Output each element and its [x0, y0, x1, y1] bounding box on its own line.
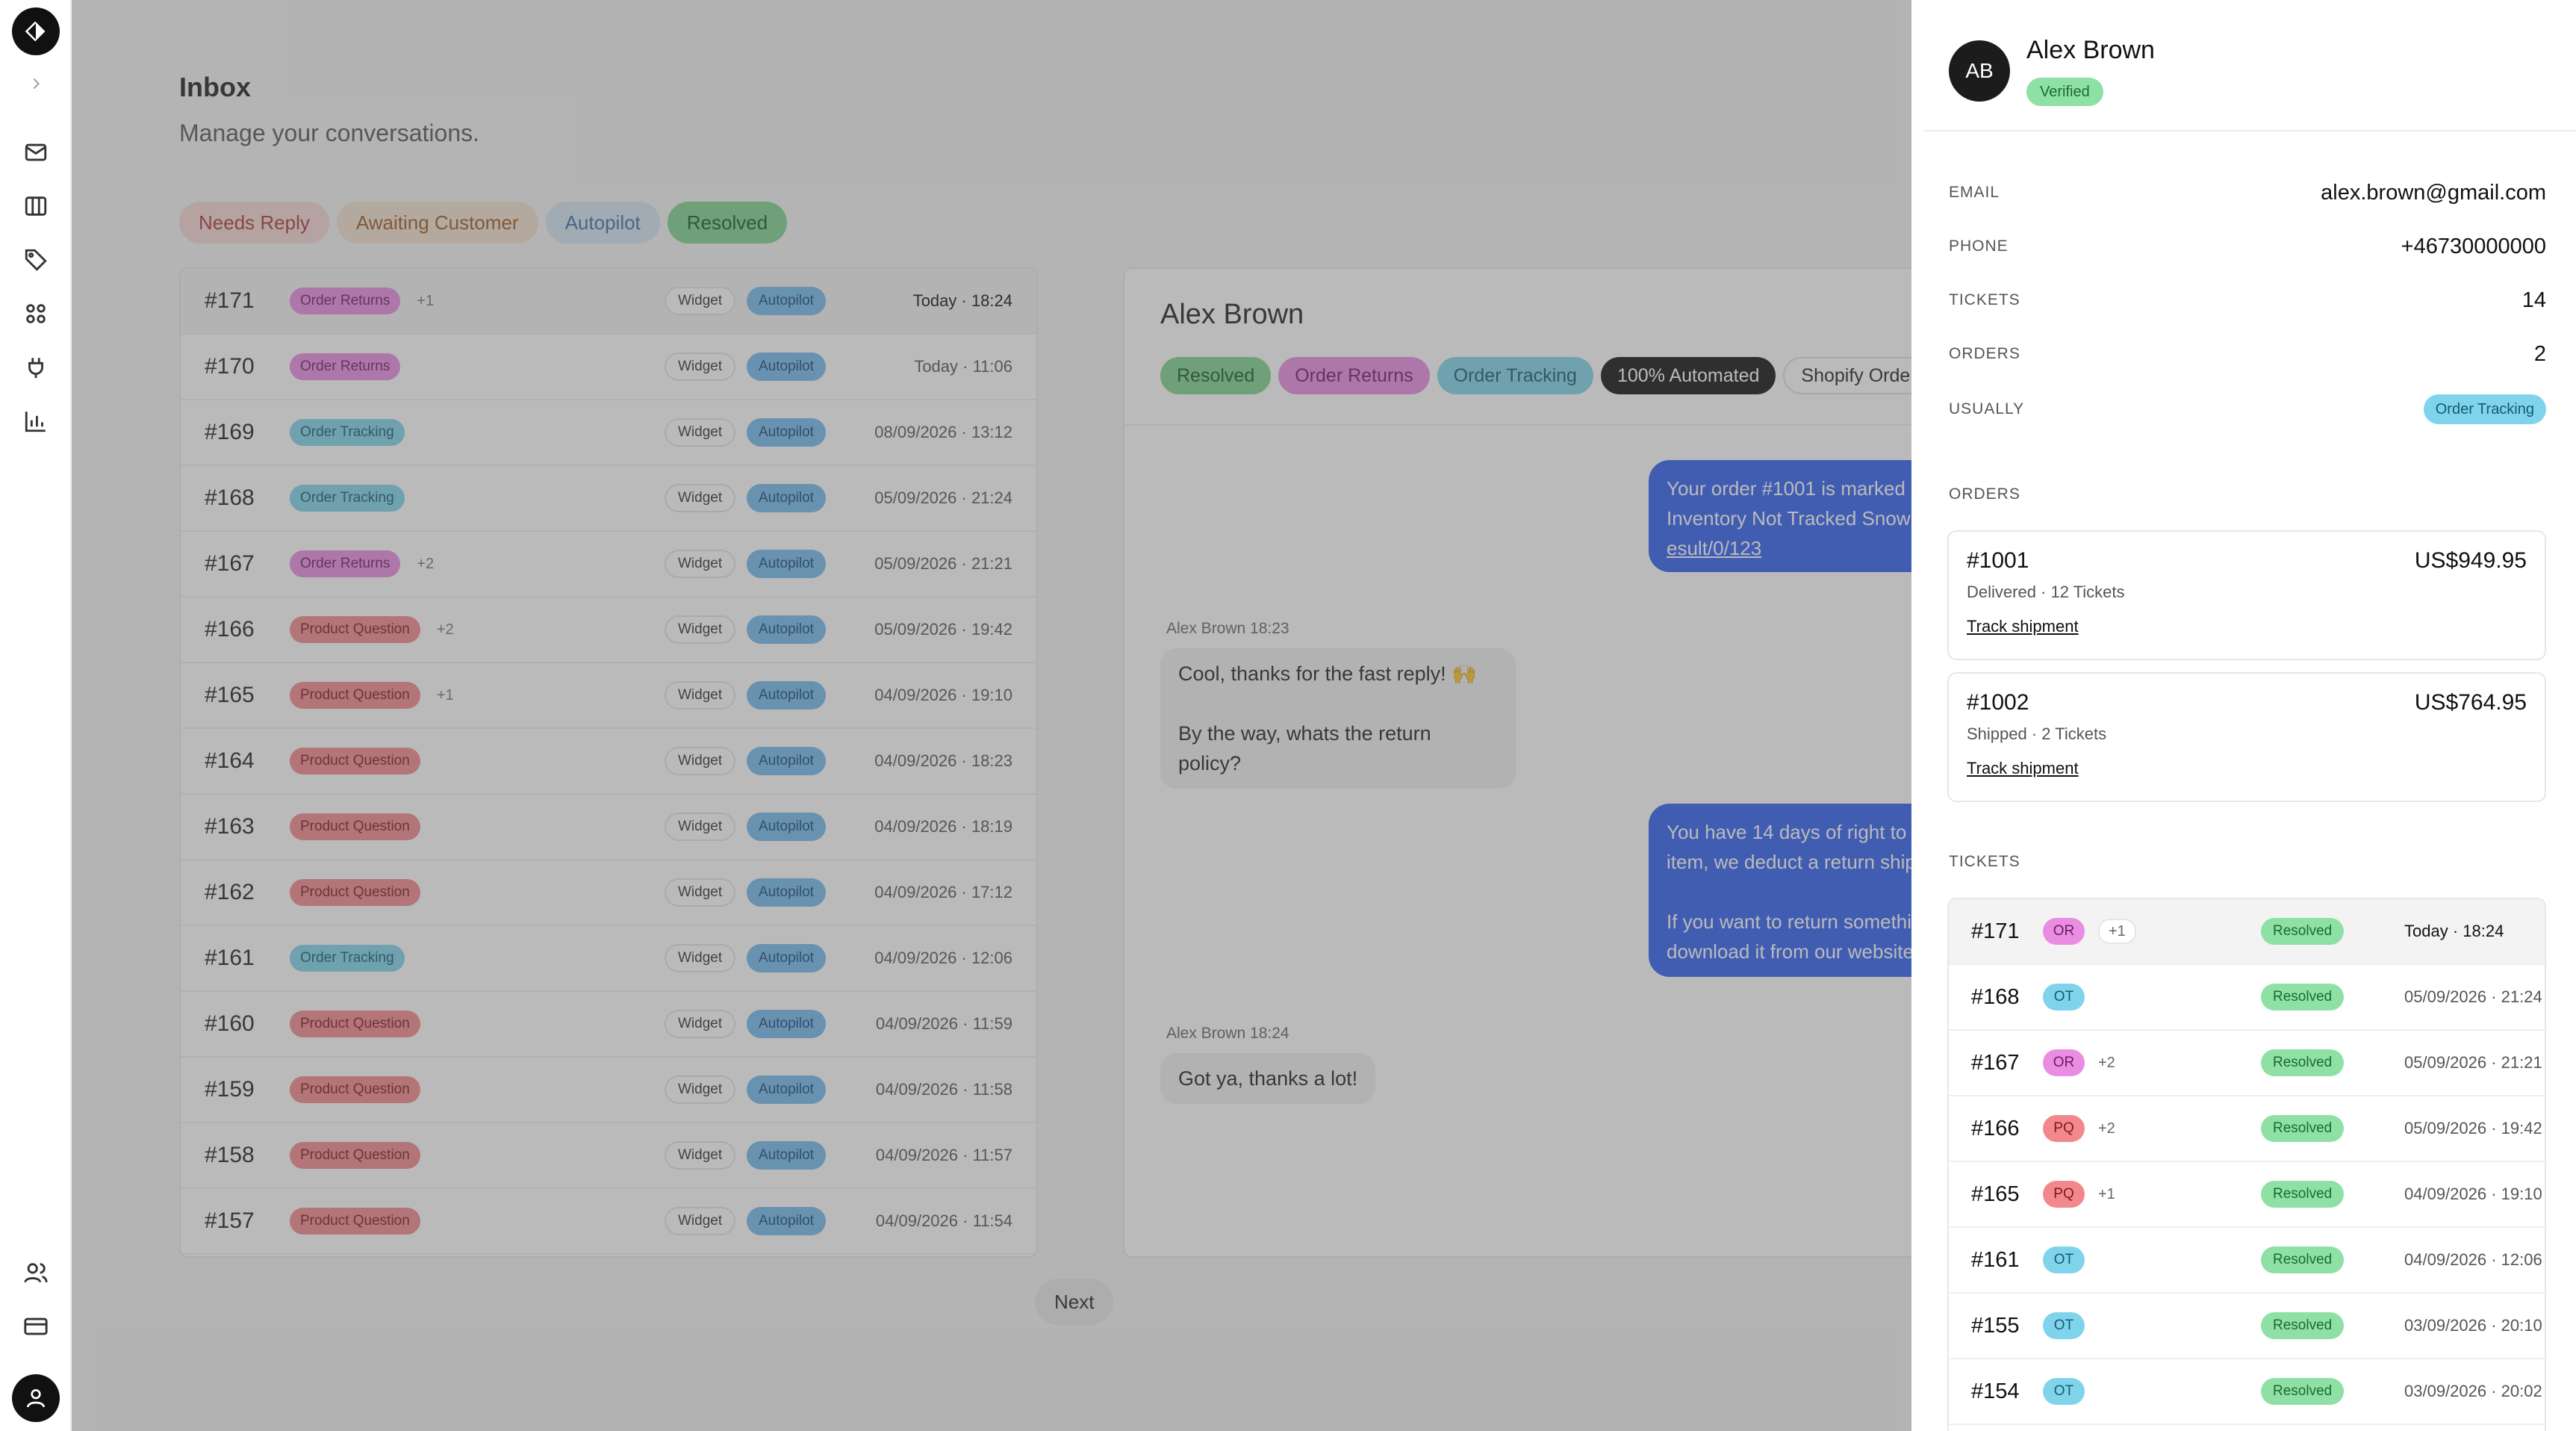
ticket-tag: OT — [2043, 1378, 2085, 1405]
ticket-tag: OT — [2043, 984, 2085, 1011]
ticket-time: 05/09/2026 · 21:24 — [2404, 987, 2542, 1006]
list-item[interactable]: #167 OR +2 Resolved 05/09/2026 · 21:21 — [1949, 1031, 2545, 1096]
list-item[interactable]: #154 OT Resolved 03/09/2026 · 20:02 — [1949, 1359, 2545, 1425]
plug-icon[interactable] — [18, 350, 54, 385]
order-number: #1002 — [1967, 690, 2029, 715]
order-card[interactable]: #1001 US$949.95 Delivered · 12 Tickets T… — [1947, 530, 2546, 660]
main-content: Inbox Manage your conversations. Needs R… — [72, 0, 1983, 1431]
customer-ticket-list: #171 OR +1 Resolved Today · 18:24 #168 OT Resol… — [1947, 898, 2546, 1431]
mail-icon[interactable] — [18, 134, 54, 170]
phone-row: PHONE +46730000000 — [1949, 232, 2546, 261]
phone-label: PHONE — [1949, 238, 2009, 255]
tickets-count-row: TICKETS 14 — [1949, 285, 2546, 315]
usually-tag: Order Tracking — [2423, 394, 2546, 424]
orders-label: ORDERS — [1949, 345, 2020, 362]
ticket-tag: PQ — [2043, 1181, 2085, 1208]
ticket-tag: PQ — [2043, 1115, 2085, 1142]
status-badge: Resolved — [2261, 1181, 2345, 1208]
email-label: EMAIL — [1949, 184, 2000, 201]
email-value[interactable]: alex.brown@gmail.com — [2321, 181, 2546, 205]
user-icon[interactable] — [12, 1374, 60, 1422]
order-card[interactable]: #1002 US$764.95 Shipped · 2 Tickets Trac… — [1947, 672, 2546, 802]
ticket-tag: OR — [2043, 918, 2085, 945]
customer-name: Alex Brown — [2026, 36, 2155, 64]
list-item[interactable]: #155 OT Resolved 03/09/2026 · 20:10 — [1949, 1294, 2545, 1359]
ticket-time: 04/09/2026 · 12:06 — [2404, 1250, 2542, 1269]
status-badge: Resolved — [2261, 1247, 2345, 1273]
ticket-id: #167 — [1971, 1050, 2020, 1075]
status-badge: Resolved — [2261, 1312, 2345, 1339]
tag-icon[interactable] — [18, 242, 54, 278]
track-shipment-link[interactable]: Track shipment — [1967, 617, 2079, 636]
avatar: AB — [1949, 40, 2010, 102]
grid-icon[interactable] — [18, 296, 54, 332]
ticket-id: #161 — [1971, 1247, 2020, 1272]
ticket-tag: OR — [2043, 1049, 2085, 1076]
order-number: #1001 — [1967, 548, 2029, 573]
columns-icon[interactable] — [18, 188, 54, 224]
ticket-id: #155 — [1971, 1313, 2020, 1338]
chart-icon[interactable] — [18, 403, 54, 439]
customer-panel: AB Alex Brown Verified EMAIL alex.brown@… — [1911, 0, 2576, 1431]
orders-section-title: ORDERS — [1949, 485, 2020, 503]
divider — [1923, 130, 2576, 131]
ticket-time: 05/09/2026 · 19:42 — [2404, 1119, 2542, 1137]
card-icon[interactable] — [18, 1309, 54, 1344]
track-shipment-link[interactable]: Track shipment — [1967, 759, 2079, 778]
order-price: US$764.95 — [2414, 690, 2527, 715]
order-status: Shipped · 2 Tickets — [1967, 724, 2107, 743]
email-row: EMAIL alex.brown@gmail.com — [1949, 178, 2546, 208]
sidebar — [0, 0, 72, 1431]
extra-tags-count: +2 — [2098, 1054, 2115, 1071]
tickets-value: 14 — [2521, 288, 2546, 312]
ticket-id: #168 — [1971, 984, 2020, 1009]
modal-overlay[interactable] — [72, 0, 1983, 1431]
orders-value: 2 — [2533, 341, 2546, 366]
list-item[interactable]: #168 OT Resolved 05/09/2026 · 21:24 — [1949, 965, 2545, 1031]
list-item[interactable]: #166 PQ +2 Resolved 05/09/2026 · 19:42 — [1949, 1096, 2545, 1162]
ticket-id: #166 — [1971, 1116, 2020, 1140]
status-badge: Resolved — [2261, 1049, 2345, 1076]
ticket-tag: OT — [2043, 1312, 2085, 1339]
usually-row: USUALLY Order Tracking — [1949, 394, 2546, 424]
users-icon[interactable] — [18, 1255, 54, 1291]
status-badge: Resolved — [2261, 1115, 2345, 1142]
list-item[interactable]: #161 OT Resolved 04/09/2026 · 12:06 — [1949, 1228, 2545, 1294]
ticket-id: #154 — [1971, 1379, 2020, 1403]
ticket-time: Today · 18:24 — [2404, 922, 2504, 940]
phone-value[interactable]: +46730000000 — [2401, 235, 2546, 259]
chevron-right-icon[interactable] — [18, 66, 54, 102]
ticket-time: 04/09/2026 · 19:10 — [2404, 1185, 2542, 1203]
usually-label: USUALLY — [1949, 400, 2025, 417]
ticket-time: 05/09/2026 · 21:21 — [2404, 1053, 2542, 1072]
diamond-logo-icon[interactable] — [12, 7, 60, 55]
order-price: US$949.95 — [2414, 548, 2527, 573]
ticket-id: #165 — [1971, 1182, 2020, 1206]
order-status: Delivered · 12 Tickets — [1967, 583, 2125, 601]
tickets-label: TICKETS — [1949, 291, 2020, 308]
ticket-time: 03/09/2026 · 20:02 — [2404, 1382, 2542, 1400]
orders-count-row: ORDERS 2 — [1949, 339, 2546, 369]
list-item[interactable]: #171 OR +1 Resolved Today · 18:24 — [1949, 899, 2545, 965]
list-item[interactable]: #165 PQ +1 Resolved 04/09/2026 · 19:10 — [1949, 1162, 2545, 1228]
extra-tags-count: +1 — [2098, 919, 2136, 944]
verified-badge: Verified — [2026, 78, 2103, 106]
tickets-section-title: TICKETS — [1949, 853, 2020, 870]
extra-tags-count: +1 — [2098, 1185, 2115, 1202]
ticket-tag: OT — [2043, 1247, 2085, 1273]
ticket-id: #171 — [1971, 919, 2020, 943]
status-badge: Resolved — [2261, 1378, 2345, 1405]
ticket-time: 03/09/2026 · 20:10 — [2404, 1316, 2542, 1335]
status-badge: Resolved — [2261, 984, 2345, 1011]
status-badge: Resolved — [2261, 918, 2345, 945]
extra-tags-count: +2 — [2098, 1120, 2115, 1137]
